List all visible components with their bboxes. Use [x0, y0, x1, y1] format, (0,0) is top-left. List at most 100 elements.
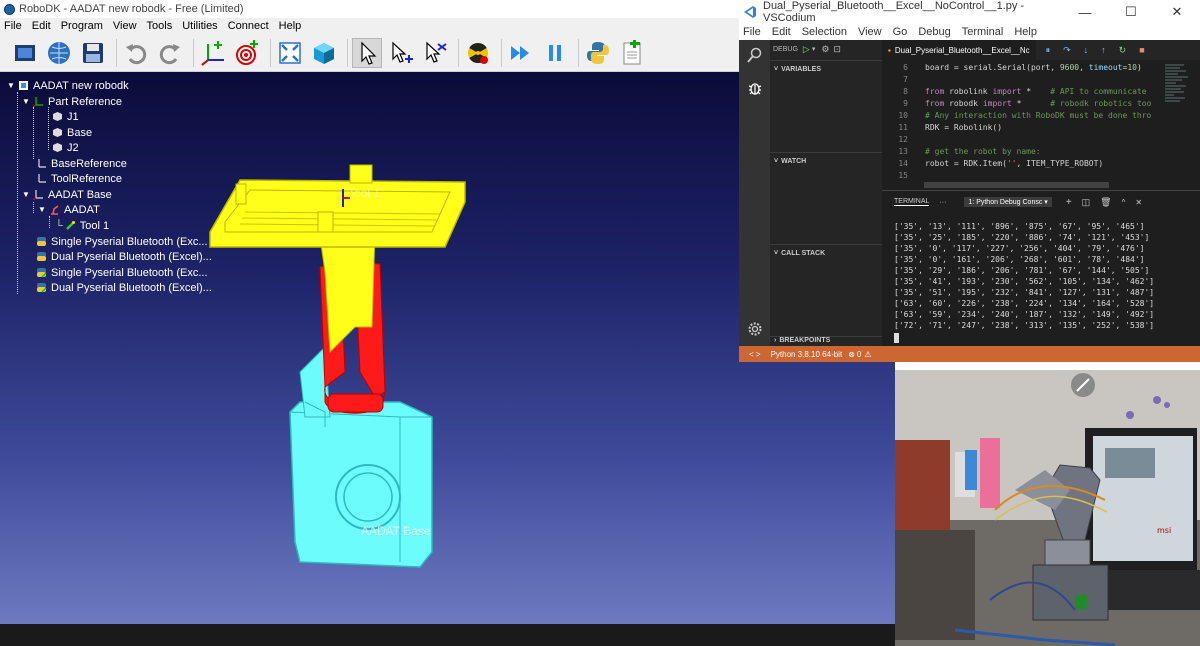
tree-aadat-base[interactable]: ▼ AADAT Base: [21, 187, 112, 202]
close-panel-icon[interactable]: ✕: [1135, 198, 1142, 207]
vscodium-statusbar: < > Python 3.8.10 64-bit ⊗ 0 ⚠: [739, 346, 1200, 362]
add-terminal-icon[interactable]: +: [1066, 197, 1072, 208]
horizontal-scrollbar[interactable]: [924, 182, 1109, 188]
pause-icon[interactable]: [540, 38, 570, 68]
menu-debug[interactable]: Debug: [918, 26, 950, 38]
step-out-icon[interactable]: ↑: [1101, 45, 1106, 56]
menu-program[interactable]: Program: [61, 20, 103, 32]
menu-selection[interactable]: Selection: [802, 26, 847, 38]
watch-section[interactable]: ˅ WATCH: [770, 152, 882, 170]
terminal-tab[interactable]: TERMINAL: [894, 198, 930, 206]
tree-program-1[interactable]: Single Pyserial Bluetooth (Exc...: [36, 234, 208, 249]
add-reference-frame-icon[interactable]: [198, 38, 228, 68]
dropdown-icon[interactable]: ▾: [812, 45, 816, 53]
code-line: 9 from robodk import * # robodk robotics …: [903, 99, 1152, 108]
tree-label: ToolReference: [51, 172, 122, 185]
tree-j2[interactable]: J2: [52, 140, 79, 155]
tree-station[interactable]: ▼ AADAT new robodk: [6, 78, 129, 93]
variables-section[interactable]: ˅ VARIABLES: [770, 60, 882, 78]
menu-edit[interactable]: Edit: [32, 20, 51, 32]
move-reference-icon[interactable]: [386, 38, 416, 68]
call-stack-section[interactable]: ˅ CALL STACK: [770, 244, 882, 262]
expand-caret-icon[interactable]: ▼: [21, 190, 31, 200]
search-icon[interactable]: [747, 47, 763, 63]
editor-tab-active[interactable]: ▪ Dual_Pyserial_Bluetooth__Excel__Nc: [882, 40, 1036, 60]
debug-console-icon[interactable]: ⊡: [833, 44, 841, 55]
webcam-photo: msi: [895, 370, 1200, 646]
minimize-icon[interactable]: —: [1062, 5, 1108, 20]
tree-tool-reference[interactable]: ToolReference: [36, 171, 122, 186]
tool-platform-model: [209, 164, 466, 354]
error-count[interactable]: 0: [857, 350, 861, 359]
tree-program-4[interactable]: Dual Pyserial Bluetooth (Excel)...: [36, 280, 212, 295]
chevron-down-icon: ˅: [774, 66, 779, 73]
collision-icon[interactable]: [463, 38, 493, 68]
code-line: 7: [903, 75, 908, 84]
menu-connect[interactable]: Connect: [228, 20, 269, 32]
settings-gear-icon[interactable]: [747, 321, 763, 337]
menu-file[interactable]: File: [4, 20, 22, 32]
restart-icon[interactable]: ↻: [1119, 45, 1127, 56]
vscodium-titlebar: Dual_Pyserial_Bluetooth__Excel__NoContro…: [739, 0, 1200, 24]
iso-view-icon[interactable]: [309, 38, 339, 68]
expand-caret-icon[interactable]: ▼: [21, 97, 31, 107]
step-into-icon[interactable]: ↓: [1084, 45, 1089, 56]
menu-help[interactable]: Help: [1014, 26, 1037, 38]
minimap[interactable]: [1164, 62, 1190, 132]
move-tool-icon[interactable]: [420, 38, 450, 68]
undo-icon[interactable]: [121, 38, 151, 68]
maximize-icon[interactable]: ☐: [1108, 4, 1154, 20]
redo-icon[interactable]: [155, 38, 185, 68]
menu-file[interactable]: File: [743, 26, 761, 38]
tree-base[interactable]: Base: [52, 125, 92, 140]
kill-terminal-icon[interactable]: 🗑: [1100, 197, 1111, 208]
tree-label: Part Reference: [48, 95, 122, 108]
terminal-line: ['35', '41', '193', '230', '562', '105',…: [894, 277, 1155, 286]
close-icon[interactable]: ✕: [1154, 4, 1200, 20]
add-target-icon[interactable]: [232, 38, 262, 68]
expand-caret-icon[interactable]: ▼: [37, 205, 47, 215]
save-icon[interactable]: [78, 38, 108, 68]
split-terminal-icon[interactable]: ◫: [1082, 197, 1091, 208]
warning-icon[interactable]: ⚠: [864, 350, 871, 359]
step-over-icon[interactable]: ↷: [1063, 45, 1071, 56]
pause-icon[interactable]: ⏸: [1046, 45, 1051, 56]
more-icon[interactable]: ···: [939, 199, 946, 206]
expand-caret-icon[interactable]: ▼: [6, 81, 16, 91]
tree-j1[interactable]: J1: [52, 109, 79, 124]
new-station-icon[interactable]: [10, 38, 40, 68]
breakpoints-section[interactable]: › BREAKPOINTS: [770, 336, 882, 346]
menu-edit[interactable]: Edit: [772, 26, 791, 38]
terminal-select-label: 1: Python Debug Consc: [968, 199, 1043, 206]
stop-icon[interactable]: ■: [1139, 45, 1144, 56]
code-editor[interactable]: ▪ Dual_Pyserial_Bluetooth__Excel__Nc ⏸ ↷…: [882, 40, 1200, 190]
menu-utilities[interactable]: Utilities: [182, 20, 217, 32]
error-icon[interactable]: ⊗: [848, 350, 855, 359]
debug-bug-icon[interactable]: [747, 80, 763, 96]
python-icon[interactable]: [583, 38, 613, 68]
tree-tool1[interactable]: └ Tool 1: [55, 218, 109, 233]
select-icon[interactable]: [352, 37, 382, 68]
menu-view[interactable]: View: [113, 20, 137, 32]
remote-icon[interactable]: < >: [749, 350, 761, 359]
run-program-icon[interactable]: [506, 38, 536, 68]
menu-help[interactable]: Help: [279, 20, 302, 32]
terminal-select[interactable]: 1: Python Debug Consc ▾: [964, 197, 1052, 207]
python-interpreter[interactable]: Python 3.8.10 64-bit: [771, 350, 843, 359]
tree-aadat[interactable]: ▼ AADAT: [37, 202, 100, 217]
menu-terminal[interactable]: Terminal: [962, 26, 1004, 38]
terminal-panel[interactable]: TERMINAL ··· 1: Python Debug Consc ▾ + ◫…: [882, 190, 1200, 346]
web-open-icon[interactable]: [44, 38, 74, 68]
menu-view[interactable]: View: [858, 26, 882, 38]
debug-settings-icon[interactable]: ⚙: [821, 44, 829, 55]
add-program-icon[interactable]: [617, 38, 647, 68]
fit-all-icon[interactable]: [275, 38, 305, 68]
tree-part-reference[interactable]: ▼ Part Reference: [21, 94, 122, 109]
tree-program-2[interactable]: Dual Pyserial Bluetooth (Excel)...: [36, 249, 212, 264]
maximize-panel-icon[interactable]: ^: [1122, 198, 1126, 207]
tree-base-reference[interactable]: BaseReference: [36, 156, 127, 171]
tree-program-3[interactable]: Single Pyserial Bluetooth (Exc...: [36, 265, 208, 280]
menu-tools[interactable]: Tools: [147, 20, 173, 32]
start-debug-icon[interactable]: ▷: [803, 44, 810, 55]
menu-go[interactable]: Go: [893, 26, 908, 38]
